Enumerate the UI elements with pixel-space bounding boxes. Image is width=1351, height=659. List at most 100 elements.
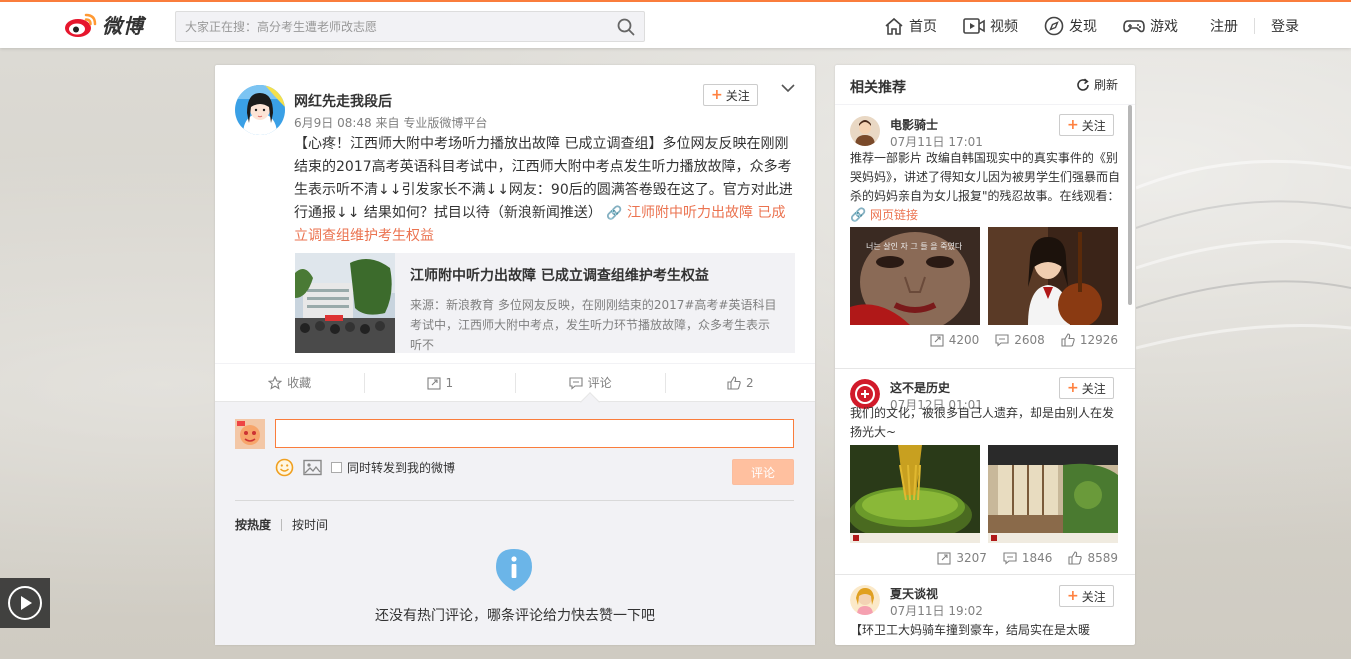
author-name[interactable]: 网红先走我段后 [294,91,392,111]
rec-image[interactable] [988,445,1118,543]
rec-like-count: 8589 [1087,551,1118,565]
rec-repost[interactable]: 4200 [930,333,979,347]
link-card-thumbnail [295,253,395,353]
rec-web-link[interactable]: 🔗 网页链接 [850,208,918,223]
rec-avatar-image [850,585,880,615]
school-photo [295,253,395,353]
rec-avatar[interactable] [850,585,880,615]
rec-image[interactable] [850,445,980,543]
movie-still-face: 너는 살인 자 그 들 을 죽였다 [850,227,980,325]
repost-icon [937,552,951,565]
rec-follow-label: 关注 [1081,381,1106,396]
nav-video[interactable]: 视频 [963,16,1018,36]
rec-stats: 4200 2608 12926 [914,333,1118,347]
post-actions: 收藏 1 评论 2 [215,363,815,401]
home-icon [885,17,903,35]
like-button[interactable]: 2 [664,372,815,393]
rec-text-body: 推荐一部影片 改编自韩国现实中的真实事件的《别哭妈妈》，讲述了得知女儿因为被男学… [850,151,1121,203]
login-link[interactable]: 登录 [1271,16,1299,36]
logo-text: 微博 [102,14,144,38]
emoji-button[interactable] [275,458,294,477]
play-icon [8,586,42,620]
rec-text: 【环卫工大妈骑车撞到豪车，结局实在是太暖 [850,623,1091,637]
sort-by-time[interactable]: 按时间 [292,516,328,533]
comment-button[interactable]: 评论 [514,372,665,393]
refresh-button[interactable]: 刷新 [1076,76,1118,93]
search-input[interactable] [176,12,596,41]
rec-like[interactable]: 8589 [1068,551,1118,565]
movie-still-cello [988,227,1118,325]
link-icon: 🔗 [606,206,623,221]
empty-comments-text: 还没有热门评论，哪条评论给力快去赞一下吧 [375,608,655,624]
favorite-button[interactable]: 收藏 [215,373,364,393]
rec-name[interactable]: 这不是历史 [890,379,950,396]
rec-comment[interactable]: 2608 [995,333,1045,347]
plus-icon: + [1067,380,1079,396]
rec-repost[interactable]: 3207 [937,551,987,565]
rec-time: 07月11日 17:01 [890,135,983,149]
register-link[interactable]: 注册 [1210,16,1238,36]
recommendations-header: 相关推荐 刷新 [835,65,1135,105]
also-repost-checkbox[interactable] [331,462,342,473]
comment-divider [235,500,794,501]
rec-stats: 3207 1846 8589 [921,551,1118,565]
repost-count: 1 [445,375,454,390]
follow-button[interactable]: + 关注 [703,84,758,106]
refresh-label: 刷新 [1093,78,1118,92]
info-icon [496,549,532,591]
favorite-label: 收藏 [287,376,312,390]
rec-images [850,445,1126,543]
rec-follow-button[interactable]: + 关注 [1059,585,1114,607]
video-icon [963,18,985,34]
rec-image[interactable]: 너는 살인 자 그 들 을 죽였다 [850,227,980,325]
comment-input[interactable] [275,419,794,448]
refresh-icon [1077,77,1089,91]
rec-comment-count: 2608 [1014,333,1045,347]
source-prefix: 来自 [375,116,400,130]
author-avatar[interactable] [235,85,285,135]
sort-divider [281,518,283,531]
background-decoration [1136,159,1351,350]
search-icon[interactable] [617,18,635,36]
nav-discover[interactable]: 发现 [1044,16,1097,36]
also-repost-label[interactable]: 同时转发到我的微博 [347,459,455,476]
rec-comment[interactable]: 1846 [1003,551,1053,565]
rec-image[interactable] [988,227,1118,325]
rec-avatar[interactable] [850,116,880,146]
post-date[interactable]: 6月9日 08:48 [294,116,372,130]
thumbs-up-icon [1068,551,1083,565]
rec-images: 너는 살인 자 그 들 을 죽였다 [850,227,1126,325]
rec-follow-label: 关注 [1081,589,1106,604]
video-player-button[interactable] [0,578,50,628]
nav-discover-label: 发现 [1069,19,1097,35]
link-card[interactable]: 江师附中听力出故障 已成立调查组维护考生权益 来源：新浪教育 多位网友反映，在刚… [295,253,795,353]
chevron-down-icon[interactable] [781,83,795,93]
author-avatar-image [235,85,285,135]
repost-button[interactable]: 1 [364,372,514,393]
rec-like[interactable]: 12926 [1061,333,1118,347]
nav-game[interactable]: 游戏 [1123,16,1178,36]
plus-icon: + [711,87,723,103]
rec-name[interactable]: 夏天谈视 [890,585,938,602]
recommendation-item: 夏天谈视 07月11日 19:02 + 关注 【环卫工大妈骑车撞到豪车，结局实在… [835,575,1135,645]
rec-follow-button[interactable]: + 关注 [1059,114,1114,136]
rec-comment-count: 1846 [1021,551,1053,565]
discover-icon [1044,16,1064,36]
rec-follow-label: 关注 [1081,118,1106,133]
nav-home-label: 首页 [909,19,937,35]
comment-tools: 同时转发到我的微博 [275,458,455,477]
link-card-title[interactable]: 江师附中听力出故障 已成立调查组维护考生权益 [410,265,780,285]
image-upload-button[interactable] [303,459,322,476]
sort-by-hot[interactable]: 按热度 [235,516,271,533]
rec-name[interactable]: 电影骑士 [890,116,938,133]
post-source[interactable]: 专业版微博平台 [403,116,487,130]
rec-time: 07月11日 19:02 [890,604,983,618]
comment-submit-button[interactable]: 评论 [732,459,794,485]
rec-like-count: 12926 [1079,333,1118,347]
link-icon: 🔗 [850,208,867,223]
japanese-house-photo [988,445,1118,543]
weibo-logo[interactable]: 微博 [64,10,144,39]
rec-follow-button[interactable]: + 关注 [1059,377,1114,399]
comment-icon [569,376,583,390]
nav-home[interactable]: 首页 [884,16,937,36]
